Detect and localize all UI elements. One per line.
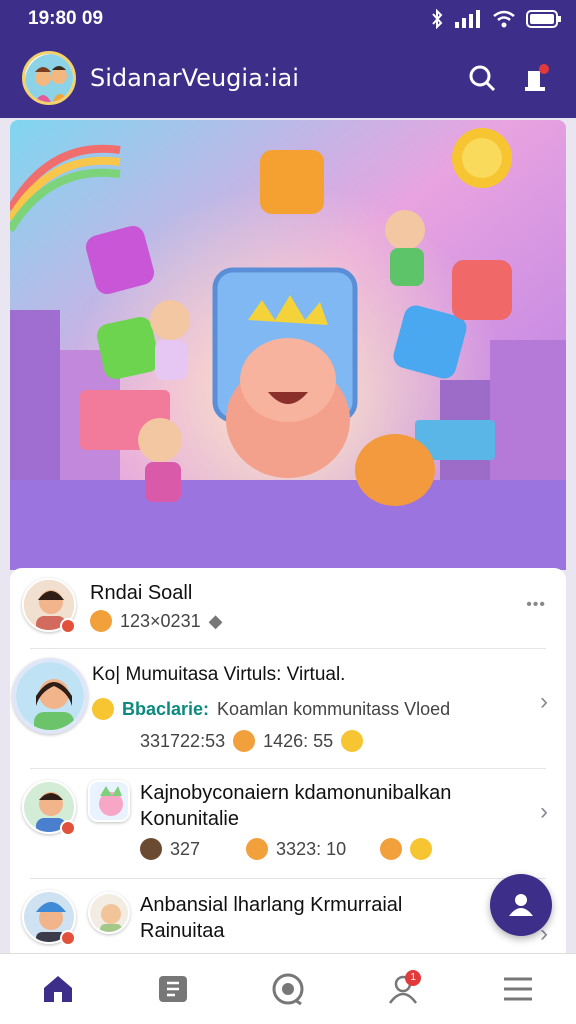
divider [30,648,546,649]
community-icon [88,892,130,934]
status-badge [60,618,76,634]
divider [30,768,546,769]
item-highlight: Bbaclarie: [122,698,210,719]
home-icon [43,976,72,1002]
dog-emoji-icon [140,838,162,860]
bear-emoji-icon [380,838,403,860]
more-options-button[interactable]: ••• [526,596,546,614]
bluetooth-icon [432,9,443,29]
nav-news[interactable] [143,964,203,1014]
bear-emoji-icon [233,730,256,752]
item-stat: 331722:53 [140,730,226,751]
list-item[interactable]: Anbansial lharlang Krmurraial Rainuitaa … [10,880,566,953]
notification-button[interactable] [518,60,554,96]
item-name: Kajnobyconaiern kdamonunibalkan [140,782,452,804]
community-icon [88,780,130,822]
chevron-right-icon[interactable]: › [540,798,548,826]
list-item[interactable]: Kajnobyconaiern kdamonunibalkan Konunita… [10,770,566,878]
status-badge [60,820,76,836]
app-bar: SidanarVeugia:iai [0,38,576,118]
news-icon [158,976,187,1002]
item-name: Rndai Soall [90,582,193,604]
avatar [12,658,88,734]
nav-home[interactable] [28,964,88,1014]
item-stat: 1426: 55 [263,730,334,751]
add-user-icon [509,894,533,916]
item-stat: 327 [170,838,201,859]
bear-emoji-icon [246,838,269,860]
item-stat: 123×0231 [120,610,201,631]
search-icon [469,65,496,92]
smile-emoji-icon [341,730,364,752]
menu-icon [504,977,533,1001]
list-item[interactable]: Rndai Soall 123×0231 ◆ ••• [10,568,566,648]
nav-chat[interactable] [258,964,318,1014]
signal-icon [455,10,480,28]
chat-icon [272,973,304,1006]
item-name: Ko| Mumuitasa Virtuls: Virtual. [92,664,346,685]
smile-emoji-icon [410,838,433,860]
nav-menu[interactable] [488,964,548,1014]
app-title: SidanarVeugia:iai [90,64,299,92]
battery-icon [526,10,561,28]
status-bar: 19:80 09 [0,0,576,38]
chevron-right-icon[interactable]: › [540,688,548,716]
item-description: Koamlan kommunitass Vloed [217,698,451,719]
status-time: 19:80 09 [28,8,104,29]
community-list: Rndai Soall 123×0231 ◆ ••• Ko| Mumuitasa… [10,568,566,953]
nav-profile[interactable]: 1 [373,964,433,1014]
app-logo[interactable] [22,51,76,105]
item-stat: 3323: 10 [276,838,347,859]
add-user-button[interactable] [490,874,552,936]
hero-illustration [10,120,566,570]
status-badge [60,930,76,946]
item-name: Anbansial lharlang Krmurraial [140,894,403,916]
divider [30,878,546,879]
item-name-line2: Konunitalie [140,808,239,830]
search-button[interactable] [464,60,500,96]
list-item[interactable]: Ko| Mumuitasa Virtuls: Virtual. Bbaclari… [10,650,566,768]
wifi-icon [493,10,515,28]
party-emoji-icon [92,698,114,720]
item-name-line2: Rainuitaa [140,920,225,942]
notification-icon [525,64,549,91]
tag-icon: ◆ [208,610,223,631]
bear-emoji-icon [90,610,112,632]
bottom-navigation: 1 [0,953,576,1024]
